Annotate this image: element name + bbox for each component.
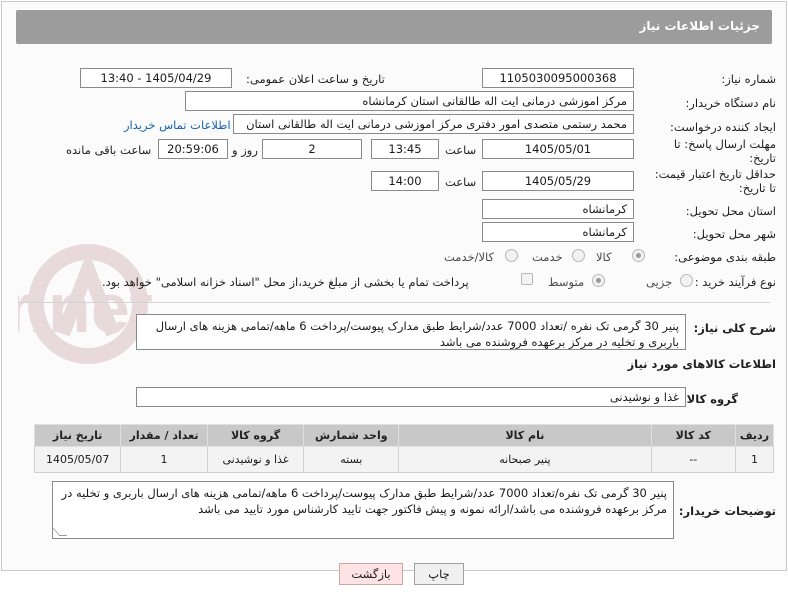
reply-days-label: روز و	[232, 143, 258, 157]
col-header-unit: واحد شمارش	[303, 424, 400, 447]
description-label: شرح کلی نیاز:	[693, 321, 776, 335]
reply-deadline-label-2: تاریخ:	[749, 151, 776, 165]
col-header-quantity: تعداد / مقدار	[120, 424, 208, 447]
category-service-radio[interactable]	[572, 249, 585, 262]
category-goods-radio[interactable]	[632, 249, 645, 262]
need-number-label: شماره نیاز:	[721, 72, 776, 86]
reply-deadline-label: مهلت ارسال پاسخ: تا	[673, 137, 776, 151]
cell-need-date: 1405/05/07	[33, 446, 122, 473]
category-service-label: خدمت	[532, 250, 563, 264]
buyer-notes-text: پنیر 30 گرمی تک نفره/تعداد 7000 عدد/شرای…	[61, 486, 667, 516]
process-type-label: نوع فرآیند خرید :	[694, 275, 776, 289]
process-minor-label: جزیی	[646, 275, 673, 289]
remaining-time-label: ساعت باقی مانده	[66, 143, 152, 157]
col-header-item-code: کد کالا	[650, 424, 736, 447]
need-number-field: 1105030095000368	[482, 68, 634, 88]
announce-datetime-field: 1405/04/29 - 13:40	[80, 68, 232, 88]
goods-table-header-row: ردیف کد کالا نام کالا واحد شمارش گروه کا…	[33, 424, 775, 447]
reply-time-label: ساعت	[445, 143, 477, 157]
requester-label: ایجاد کننده درخواست:	[670, 120, 776, 134]
back-button[interactable]: بازگشت	[339, 563, 403, 585]
buyer-notes-textarea: پنیر 30 گرمی تک نفره/تعداد 7000 عدد/شرای…	[52, 481, 674, 539]
cell-unit: بسته	[303, 446, 400, 473]
remaining-time-field: 20:59:06	[158, 139, 228, 159]
buyer-org-label: نام دستگاه خریدار:	[685, 96, 776, 110]
col-header-group: گروه کالا	[206, 424, 305, 447]
watermark-logo: AriaTender.net	[18, 244, 153, 364]
price-validity-time-field: 14:00	[371, 171, 439, 191]
cell-group: غذا و نوشیدنی	[206, 446, 305, 473]
col-header-row-number: ردیف	[734, 424, 775, 447]
treasury-payment-checkbox[interactable]	[521, 273, 533, 285]
delivery-province-field: کرمانشاه	[482, 199, 634, 219]
process-minor-radio[interactable]	[680, 274, 693, 287]
cell-item-name: پنیر صبحانه	[398, 446, 652, 473]
buyer-contact-link[interactable]: اطلاعات تماس خریدار	[124, 118, 231, 132]
goods-section-title: اطلاعات کالاهای مورد نیاز	[627, 357, 776, 371]
category-goods-service-label: کالا/خدمت	[444, 250, 495, 264]
process-medium-label: متوسط	[548, 275, 585, 289]
col-header-item-name: نام کالا	[398, 424, 652, 447]
divider	[18, 302, 770, 303]
description-textarea: پنیر 30 گرمی تک نفره /تعداد 7000 عدد/شرا…	[136, 314, 686, 350]
process-medium-radio[interactable]	[592, 274, 605, 287]
buyer-notes-label: توضیحات خریدار:	[678, 504, 776, 518]
cell-quantity: 1	[120, 446, 208, 473]
resize-grip-icon[interactable]	[53, 528, 68, 536]
page-title: جزئیات اطلاعات نیاز	[639, 19, 760, 33]
delivery-city-label: شهر محل تحویل:	[692, 227, 776, 241]
category-goods-service-radio[interactable]	[505, 249, 518, 262]
reply-time-field: 13:45	[371, 139, 439, 159]
goods-table: ردیف کد کالا نام کالا واحد شمارش گروه کا…	[33, 424, 775, 473]
goods-group-label: گروه کالا:	[682, 392, 738, 406]
print-button[interactable]: چاپ	[414, 563, 464, 585]
requester-field: محمد رستمی متصدی امور دفتری مرکز اموزشی …	[233, 114, 634, 134]
delivery-city-field: کرمانشاه	[482, 222, 634, 242]
price-validity-label-2: تا تاریخ:	[738, 181, 776, 195]
category-label: طبقه بندی موضوعی:	[674, 250, 776, 264]
treasury-payment-note: پرداخت تمام یا بخشی از مبلغ خرید،از محل …	[102, 275, 469, 289]
buyer-org-field: مرکز اموزشی درمانی ایت اله طالقانی استان…	[185, 91, 634, 111]
cell-item-code: --	[650, 446, 736, 473]
category-goods-label: کالا	[596, 250, 612, 264]
goods-group-field: غذا و نوشیدنی	[136, 387, 686, 407]
table-row: 1 -- پنیر صبحانه بسته غذا و نوشیدنی 1 14…	[33, 446, 775, 473]
reply-date-field: 1405/05/01	[482, 139, 634, 159]
cell-row-number: 1	[734, 446, 775, 473]
price-validity-time-label: ساعت	[445, 175, 477, 189]
price-validity-date-field: 1405/05/29	[482, 171, 634, 191]
announce-datetime-label: تاریخ و ساعت اعلان عمومی:	[246, 72, 385, 86]
page-header: جزئیات اطلاعات نیاز	[16, 10, 772, 44]
price-validity-label: حداقل تاریخ اعتبار قیمت:	[654, 167, 776, 181]
delivery-province-label: استان محل تحویل:	[685, 204, 776, 218]
col-header-need-date: تاریخ نیاز	[33, 424, 122, 447]
reply-days-field: 2	[262, 139, 362, 159]
